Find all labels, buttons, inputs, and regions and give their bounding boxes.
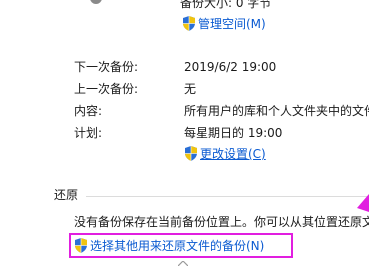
next-backup-label: 下一次备份: [74, 60, 139, 74]
annotation-arrow-icon [357, 194, 369, 212]
backup-size-text: 备份大小: 0 字节 [180, 0, 272, 10]
backup-drive-icon [90, 0, 102, 4]
select-other-backup-link-container[interactable]: 选择其他用来还原文件的备份(N) [74, 238, 264, 254]
last-backup-value: 无 [184, 82, 197, 96]
contents-value: 所有用户的库和个人文件夹中的文件 [184, 104, 369, 118]
select-other-backup-link[interactable]: 选择其他用来还原文件的备份(N) [90, 239, 264, 253]
restore-message: 没有备份保存在当前备份位置上。你可以从其位置还原文件 [74, 215, 369, 229]
uac-shield-icon [184, 146, 198, 161]
manage-space-link-container[interactable]: 管理空间(M) [182, 16, 266, 32]
restore-section-title: 还原 [54, 188, 79, 202]
change-settings-link[interactable]: 更改设置(C) [200, 147, 266, 161]
chevron-up-icon [178, 261, 188, 266]
manage-space-link[interactable]: 管理空间(M) [198, 17, 266, 31]
uac-shield-icon [74, 238, 88, 253]
uac-shield-icon [182, 16, 196, 31]
change-settings-link-container[interactable]: 更改设置(C) [184, 146, 266, 162]
contents-label: 内容: [74, 104, 103, 118]
last-backup-label: 上一次备份: [74, 82, 139, 96]
schedule-label: 计划: [74, 126, 103, 140]
schedule-value: 每星期日的 19:00 [184, 126, 283, 140]
section-divider [86, 196, 369, 197]
next-backup-value: 2019/6/2 19:00 [184, 60, 277, 74]
